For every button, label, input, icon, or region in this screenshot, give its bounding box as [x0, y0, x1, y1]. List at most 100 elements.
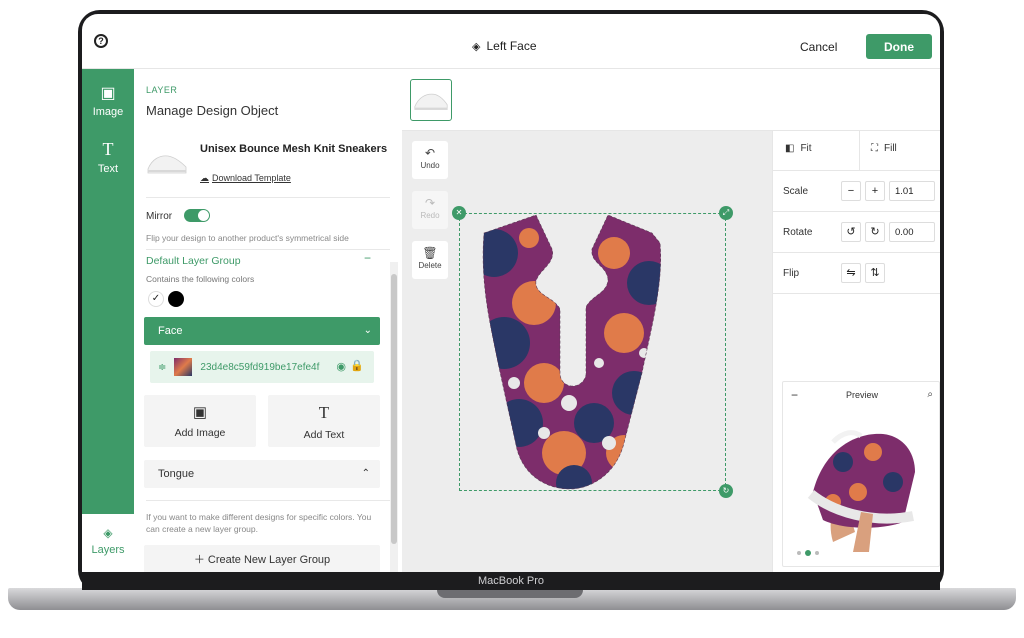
page-dot[interactable]	[797, 551, 801, 555]
scrollbar-thumb[interactable]	[391, 274, 397, 544]
selection-box[interactable]: ✕ ⤢ ↻	[452, 206, 733, 498]
product-name: Unisex Bounce Mesh Knit Sneakers	[200, 143, 388, 155]
cloud-download-icon: ☁	[200, 173, 209, 183]
page-title-text: Left Face	[486, 39, 537, 53]
preview-image	[807, 430, 915, 552]
page-dot[interactable]	[815, 551, 819, 555]
mirror-toggle[interactable]	[184, 209, 210, 222]
rotate-ccw-icon[interactable]: ↺	[841, 222, 861, 242]
color-swatch-white[interactable]: ✓	[148, 291, 164, 307]
chevron-up-icon: ⌃	[361, 468, 370, 479]
design-canvas[interactable]: ↶ Undo ↷ Redo 🗑 Delete ✕ ⤢ ↻	[402, 131, 772, 572]
redo-button[interactable]: ↷ Redo	[412, 191, 448, 229]
eye-icon[interactable]: ◉	[336, 360, 346, 373]
undo-icon: ↶	[424, 146, 436, 160]
create-layer-group-button[interactable]: ＋ Create New Layer Group	[144, 545, 380, 572]
mirror-label: Mirror	[146, 211, 173, 222]
redo-icon: ↷	[424, 196, 436, 210]
rotate-input[interactable]	[889, 222, 935, 242]
fit-label: Fit	[800, 143, 812, 154]
undo-button[interactable]: ↶ Undo	[412, 141, 448, 179]
undo-label: Undo	[420, 161, 440, 170]
layer-thumbnail	[174, 358, 193, 376]
top-bar: ? ◈ Left Face Cancel Done	[82, 14, 940, 69]
flip-row: Flip ⇋ ⇅	[773, 253, 940, 294]
preview-pagination[interactable]	[797, 550, 819, 556]
fit-button[interactable]: ◧ Fit	[785, 143, 812, 154]
tongue-label: Tongue	[158, 468, 195, 480]
help-icon[interactable]: ?	[94, 34, 108, 48]
fit-icon: ◧	[785, 143, 795, 154]
layers-icon: ◈	[472, 40, 481, 53]
scale-increase-button[interactable]: +	[865, 181, 885, 201]
image-icon: ▣	[100, 85, 116, 102]
trash-icon: 🗑	[422, 246, 438, 260]
page-dot-active[interactable]	[805, 550, 811, 556]
scale-input[interactable]	[889, 181, 935, 201]
rail-text-tab[interactable]: T Text	[82, 139, 134, 175]
panel-eyebrow: LAYER	[146, 85, 178, 95]
mirror-description: Flip your design to another product's sy…	[146, 233, 349, 243]
resize-handle-icon[interactable]: ⤢	[719, 206, 733, 220]
layer-group-title[interactable]: Default Layer Group	[146, 255, 241, 267]
add-text-button[interactable]: T Add Text	[268, 395, 380, 447]
text-icon: T	[318, 403, 330, 422]
rotate-cw-icon[interactable]: ↻	[865, 222, 885, 242]
fill-icon: ⛶	[871, 143, 878, 154]
rotate-label: Rotate	[783, 227, 813, 238]
face-section-header[interactable]: Face ⌄	[144, 317, 380, 345]
add-image-label: Add Image	[174, 427, 226, 439]
add-image-button[interactable]: ▣ Add Image	[144, 395, 256, 447]
lock-icon[interactable]: 🔒	[350, 359, 364, 372]
delete-label: Delete	[418, 261, 442, 270]
tongue-section-header[interactable]: Tongue ⌃	[144, 460, 380, 488]
color-swatch-black[interactable]	[168, 291, 184, 307]
product-thumbnail	[147, 155, 187, 174]
rail-layers-tab[interactable]: ◈ Layers	[82, 514, 134, 572]
fill-label: Fill	[884, 143, 897, 154]
preview-header: − Preview ⌕	[783, 382, 940, 408]
done-button[interactable]: Done	[866, 34, 932, 59]
plus-icon: ＋	[193, 554, 208, 566]
panel-title: Manage Design Object	[146, 103, 279, 118]
delete-handle-icon[interactable]: ✕	[452, 206, 466, 220]
redo-label: Redo	[420, 211, 440, 220]
rail-image-label: Image	[92, 106, 124, 118]
divider	[146, 249, 390, 250]
preview-title: Preview	[845, 390, 878, 400]
device-label: MacBook Pro	[82, 572, 940, 590]
rail-image-tab[interactable]: ▣ Image	[82, 83, 134, 118]
flip-label: Flip	[783, 268, 800, 279]
view-thumbnail-strip	[402, 69, 940, 131]
text-icon: T	[102, 139, 114, 159]
collapse-icon[interactable]: −	[364, 251, 371, 265]
scale-row: Scale − +	[773, 171, 940, 212]
panel-scrollbar[interactable]	[390, 262, 398, 572]
fit-fill-row: ◧ Fit ⛶ Fill	[773, 131, 940, 171]
add-text-label: Add Text	[303, 429, 345, 441]
view-thumbnail[interactable]	[410, 79, 452, 121]
divider	[146, 197, 390, 198]
divider	[859, 131, 860, 171]
zoom-icon[interactable]: ⌕	[927, 382, 933, 408]
divider	[146, 500, 390, 501]
rail-text-label: Text	[97, 163, 119, 175]
drag-handle-icon[interactable]: ≑	[158, 362, 166, 373]
delete-button[interactable]: 🗑 Delete	[412, 241, 448, 279]
page-title: ◈ Left Face	[472, 38, 537, 54]
minimize-icon[interactable]: −	[791, 382, 798, 408]
flip-vertical-icon[interactable]: ⇅	[865, 263, 885, 283]
tool-rail: ▣ Image T Text	[82, 69, 134, 514]
layer-panel: LAYER Manage Design Object Unisex Bounce…	[134, 69, 400, 572]
download-template-link[interactable]: ☁ Download Template	[200, 173, 291, 184]
face-label: Face	[158, 325, 183, 337]
cancel-button[interactable]: Cancel	[800, 40, 837, 54]
scale-decrease-button[interactable]: −	[841, 181, 861, 201]
rotate-row: Rotate ↺ ↻	[773, 212, 940, 253]
rotate-handle-icon[interactable]: ↻	[719, 484, 733, 498]
layer-item[interactable]: ≑ 23d4e8c59fd919be17efe4f ◉ 🔒	[150, 351, 374, 383]
fill-button[interactable]: ⛶ Fill	[871, 143, 897, 154]
preview-card: − Preview ⌕	[782, 381, 940, 567]
layer-group-info: If you want to make different designs fo…	[146, 512, 372, 534]
flip-horizontal-icon[interactable]: ⇋	[841, 263, 861, 283]
